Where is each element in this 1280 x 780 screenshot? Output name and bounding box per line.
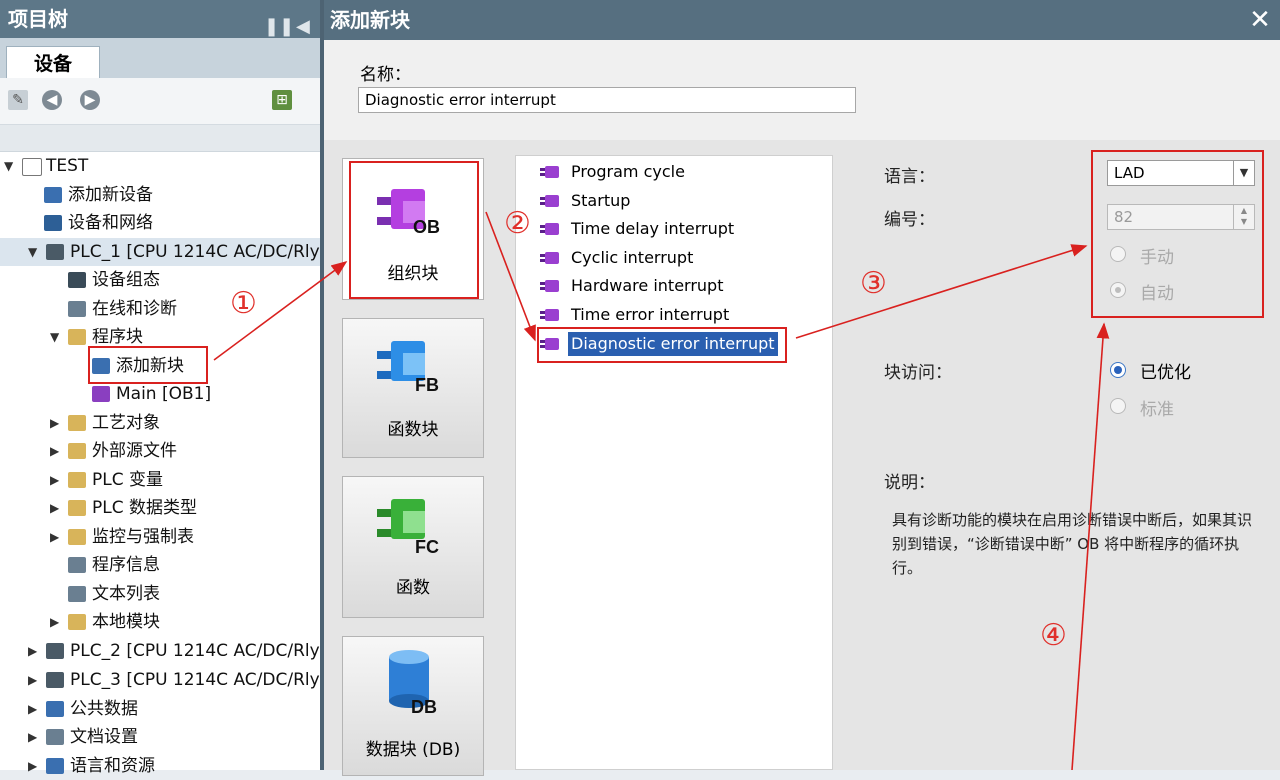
annotation-box-add-block: [88, 346, 208, 384]
arrow-3: [795, 244, 1088, 339]
annotation-1: ①: [230, 286, 257, 321]
annotation-4: ④: [1040, 618, 1067, 653]
annotation-arrows: [88, 211, 1110, 770]
annotation-3: ③: [860, 266, 887, 301]
annotation-2: ②: [504, 206, 531, 241]
arrow-4: [1071, 322, 1110, 770]
